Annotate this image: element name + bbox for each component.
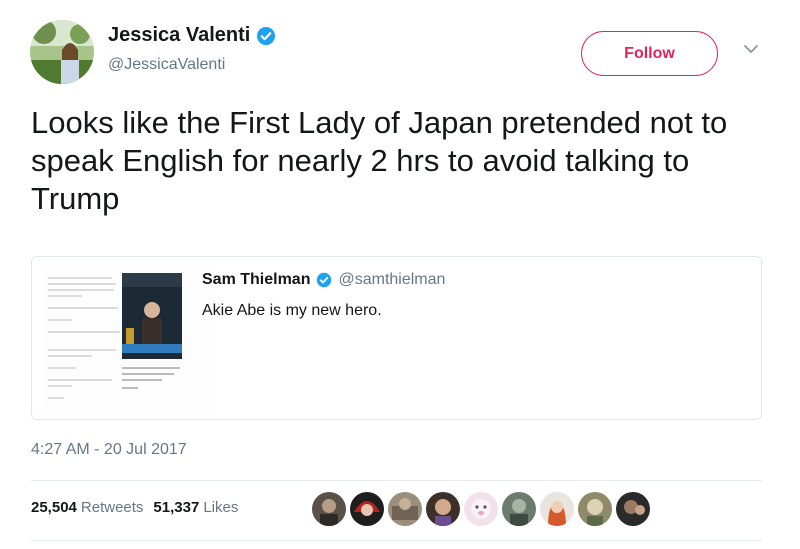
- liker-avatar[interactable]: [426, 492, 460, 526]
- divider: [31, 540, 762, 541]
- liker-avatars: [312, 492, 650, 526]
- liker-avatar[interactable]: [502, 492, 536, 526]
- retweets-count: 25,504: [31, 499, 77, 516]
- quoted-author-name[interactable]: Sam Thielman: [202, 271, 310, 289]
- tweet-stats: 25,504 Retweets 51,337 Likes: [31, 499, 238, 516]
- liker-avatar[interactable]: [540, 492, 574, 526]
- quoted-tweet-text: Akie Abe is my new hero.: [202, 302, 382, 319]
- quoted-author-handle[interactable]: @samthielman: [338, 271, 445, 289]
- likes-label: Likes: [203, 499, 239, 516]
- likes-count: 51,337: [153, 499, 200, 516]
- retweets-stat[interactable]: 25,504 Retweets: [31, 499, 143, 516]
- tweet-text: Looks like the First Lady of Japan prete…: [31, 105, 728, 216]
- chevron-down-icon[interactable]: [742, 40, 760, 58]
- author-avatar[interactable]: [30, 20, 94, 84]
- follow-button[interactable]: Follow: [581, 31, 718, 76]
- liker-avatar[interactable]: [350, 492, 384, 526]
- retweets-label: Retweets: [80, 499, 144, 516]
- verified-badge-icon: [317, 272, 332, 288]
- liker-avatar[interactable]: [388, 492, 422, 526]
- quoted-author-row[interactable]: Sam Thielman @samthielman: [202, 271, 445, 289]
- divider: [31, 480, 762, 481]
- quoted-tweet-thumbnail: [42, 270, 212, 410]
- author-display-name[interactable]: Jessica Valenti: [108, 24, 250, 47]
- liker-avatar[interactable]: [464, 492, 498, 526]
- liker-avatar[interactable]: [616, 492, 650, 526]
- quoted-tweet-card[interactable]: Sam Thielman @samthielman Akie Abe is my…: [31, 256, 762, 420]
- author-name-row[interactable]: Jessica Valenti: [108, 24, 276, 47]
- likes-stat[interactable]: 51,337 Likes: [153, 499, 238, 516]
- tweet-timestamp[interactable]: 4:27 AM - 20 Jul 2017: [31, 441, 187, 459]
- verified-badge-icon: [257, 26, 276, 45]
- author-handle[interactable]: @JessicaValenti: [108, 56, 225, 74]
- liker-avatar[interactable]: [312, 492, 346, 526]
- liker-avatar[interactable]: [578, 492, 612, 526]
